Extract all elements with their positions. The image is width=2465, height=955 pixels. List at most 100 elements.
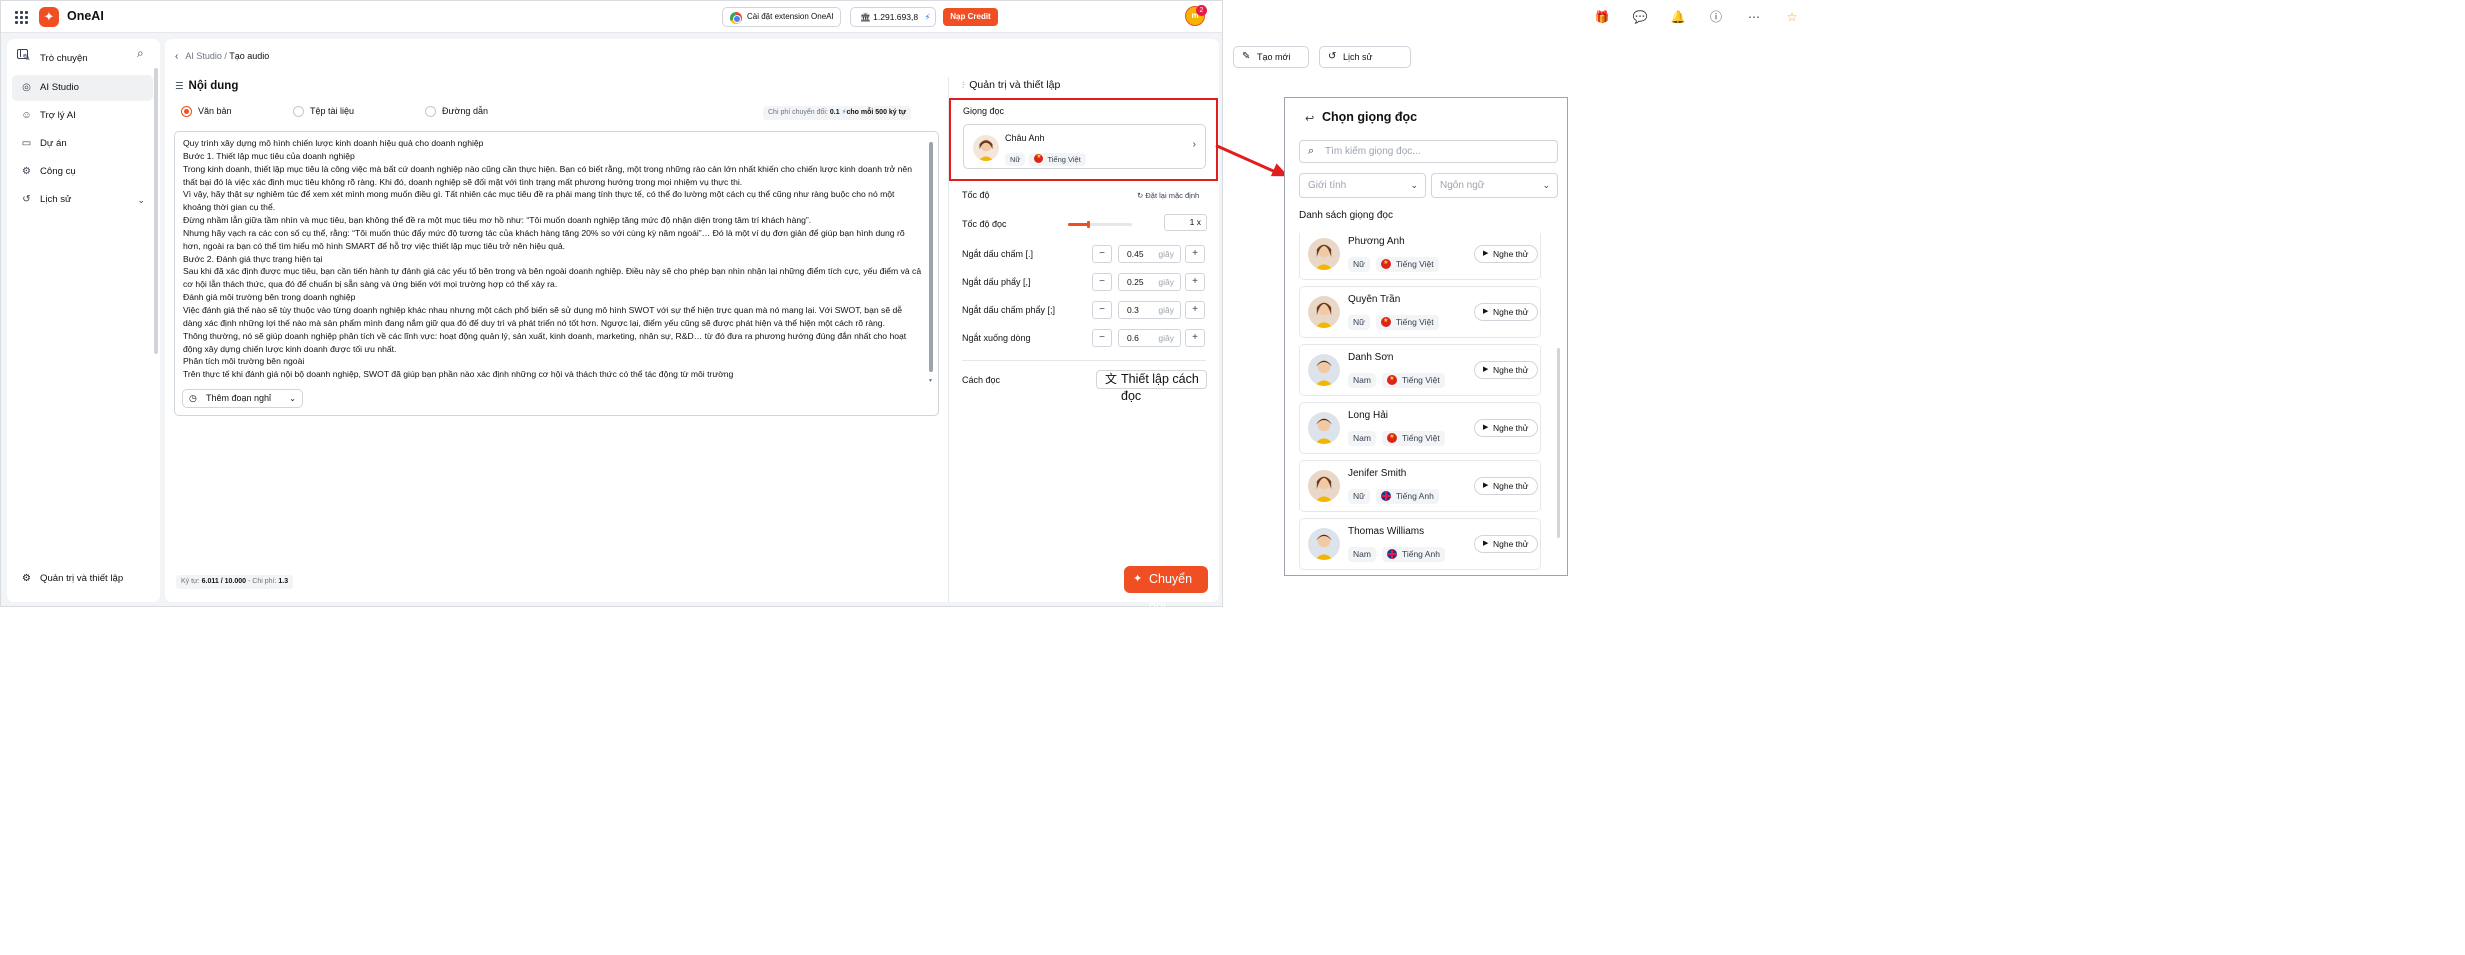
sidebar-item-chat[interactable]: ✎ Trò chuyện (12, 46, 153, 72)
daily-reward-icon[interactable]: ☆ (1784, 9, 1800, 25)
gender-tag: Nữ (1005, 153, 1026, 166)
voice-list-item[interactable]: Thomas Williams Nam Tiếng Anh ▶ Nghe thử (1299, 518, 1541, 570)
content-line: Đánh giá môi trường bên trong doanh nghi… (183, 292, 356, 303)
source-option-file[interactable]: Tệp tài liệu (293, 106, 354, 117)
scroll-down-icon[interactable]: ▼ (928, 378, 933, 384)
pause-newline-input[interactable]: 0.6 giây (1118, 329, 1181, 347)
topup-credit-button[interactable]: Nạp Credit (943, 8, 998, 26)
pause-semicolon-input[interactable]: 0.3 giây (1118, 301, 1181, 319)
increase-button[interactable]: + (1185, 329, 1205, 347)
voice-list-title: Danh sách giọng đọc (1299, 210, 1393, 221)
preview-voice-button[interactable]: ▶ Nghe thử (1474, 245, 1538, 263)
voice-list-item[interactable]: Quyên Trần Nữ Tiếng Việt ▶ Nghe thử (1299, 286, 1541, 338)
preview-voice-button[interactable]: ▶ Nghe thử (1474, 361, 1538, 379)
decrease-button[interactable]: − (1092, 245, 1112, 263)
decrease-button[interactable]: − (1092, 273, 1112, 291)
voice-search-input[interactable]: ⌕ Tìm kiếm giọng đọc... (1299, 140, 1558, 163)
chat-more-icon[interactable]: ⋯ (1746, 9, 1762, 25)
voice-list-scrollbar[interactable] (1557, 348, 1560, 538)
pause-period-stepper: − 0.45 giây + (1092, 245, 1207, 263)
reading-style-button[interactable]: 文 Thiết lập cách đọc (1096, 370, 1207, 403)
language-select[interactable]: Ngôn ngữ ⌄ (1431, 173, 1558, 198)
sidebar-item-assistant[interactable]: ☺ Trợ lý AI (12, 103, 153, 129)
top-bar: ✦ OneAI Cài đặt extension OneAI 🏛 1.291.… (1, 1, 1797, 33)
language-tag-label: Tiếng Anh (1401, 549, 1440, 559)
content-title-text: Nội dung (188, 80, 239, 92)
decrease-button[interactable]: − (1092, 301, 1112, 319)
preview-voice-label: Nghe thử (1493, 481, 1529, 491)
chevron-right-icon: › (1192, 139, 1196, 150)
source-option-url[interactable]: Đường dẫn (425, 106, 488, 117)
sidebar-item-history[interactable]: ↺ Lịch sử ⌄ (12, 187, 153, 213)
reset-default-button[interactable]: ↻ Đặt lại mặc định (1137, 191, 1199, 200)
breadcrumb-parent[interactable]: AI Studio (185, 51, 222, 61)
content-textarea[interactable]: Quy trình xây dựng mô hình chiến lược ki… (174, 131, 939, 416)
gender-select-placeholder: Giới tính (1308, 180, 1347, 191)
speed-slider[interactable] (1068, 221, 1132, 228)
language-tag: Tiếng Việt (1375, 256, 1439, 272)
character-count: Ký tự: 6.011 / 10.000 - Chi phí: 1.3 (176, 575, 294, 589)
play-icon: ▶ (1483, 366, 1489, 373)
history-icon: ↺ (1328, 51, 1337, 62)
history-button[interactable]: ↺ Lịch sử (1319, 46, 1411, 68)
speed-slider-fill (1068, 223, 1090, 226)
sidebar-item-ai-studio[interactable]: ◎ AI Studio (12, 75, 153, 101)
voice-list-item[interactable]: Danh Sơn Nam Tiếng Việt ▶ Nghe thử (1299, 344, 1541, 396)
increase-button[interactable]: + (1185, 301, 1205, 319)
add-pause-button[interactable]: ◷ Thêm đoạn nghỉ ⌄ (182, 389, 303, 408)
install-extension-button[interactable]: Cài đặt extension OneAI (722, 7, 841, 27)
decrease-button[interactable]: − (1092, 329, 1112, 347)
preview-voice-label: Nghe thử (1493, 539, 1529, 549)
messenger-icon[interactable]: 💬 (1632, 9, 1648, 25)
language-tag-label: Tiếng Anh (1395, 491, 1434, 501)
voice-list-item[interactable]: Phương Anh Nữ Tiếng Việt ▶ Nghe thử (1299, 233, 1541, 280)
gift-icon[interactable]: 🎁 (1594, 9, 1610, 25)
sidebar-scrollbar[interactable] (154, 68, 158, 354)
help-icon[interactable]: ⓘ (1708, 9, 1724, 25)
increase-button[interactable]: + (1185, 273, 1205, 291)
back-arrow-icon[interactable]: ‹ (175, 51, 178, 62)
voice-name: Long Hải (1348, 410, 1389, 421)
preview-voice-button[interactable]: ▶ Nghe thử (1474, 535, 1538, 553)
convert-button[interactable]: ✦ Chuyển đổi (1124, 566, 1208, 613)
play-icon: ▶ (1483, 250, 1489, 257)
pause-comma-label: Ngắt dấu phẩy [,] (962, 277, 1031, 287)
tools-icon: ⚙ (22, 166, 31, 177)
preview-voice-button[interactable]: ▶ Nghe thử (1474, 303, 1538, 321)
sidebar-item-admin-settings[interactable]: ⚙ Quản trị và thiết lập (12, 566, 153, 592)
preview-voice-label: Nghe thử (1493, 249, 1529, 259)
increase-button[interactable]: + (1185, 245, 1205, 263)
new-edit-icon: ✎ (1242, 51, 1251, 62)
apps-grid-icon[interactable] (15, 11, 28, 24)
speed-slider-thumb[interactable] (1087, 221, 1091, 228)
sparkle-icon: ✦ (1133, 573, 1143, 585)
bell-icon[interactable]: 🔔 (1670, 9, 1686, 25)
language-tag-label: Tiếng Việt (1047, 155, 1081, 164)
back-arrow-icon[interactable]: ↩ (1305, 112, 1314, 125)
preview-voice-label: Nghe thử (1493, 423, 1529, 433)
voice-avatar (1308, 296, 1340, 328)
credit-balance-button[interactable]: 🏛 1.291.693,8 ⚡ (850, 7, 936, 27)
preview-voice-button[interactable]: ▶ Nghe thử (1474, 419, 1538, 437)
gender-select[interactable]: Giới tính ⌄ (1299, 173, 1426, 198)
chevron-down-icon: ⌄ (289, 394, 296, 403)
preview-voice-button[interactable]: ▶ Nghe thử (1474, 477, 1538, 495)
source-option-text[interactable]: Văn bản (181, 106, 232, 117)
sidebar-item-label: Dự án (40, 138, 67, 149)
speed-value-input[interactable]: 1 x (1164, 214, 1207, 231)
sidebar-item-projects[interactable]: ▭ Dự án (12, 131, 153, 157)
content-line: Thông thường, nó sẽ giúp doanh nghiệp ph… (183, 330, 907, 354)
pause-semicolon-stepper: − 0.3 giây + (1092, 301, 1207, 319)
pause-comma-input[interactable]: 0.25 giây (1118, 273, 1181, 291)
voice-list-item[interactable]: Jenifer Smith Nữ Tiếng Anh ▶ Nghe thử (1299, 460, 1541, 512)
textarea-scrollbar[interactable] (929, 142, 933, 372)
new-button[interactable]: ✎ Tạo mới (1233, 46, 1309, 68)
sidebar-item-tools[interactable]: ⚙ Công cụ (12, 159, 153, 185)
selected-voice-card[interactable]: Châu Anh Nữ Tiếng Việt › (963, 124, 1206, 169)
language-tag-label: Tiếng Việt (1401, 433, 1440, 443)
pause-period-input[interactable]: 0.45 giây (1118, 245, 1181, 263)
voice-list-item[interactable]: Long Hải Nam Tiếng Việt ▶ Nghe thử (1299, 402, 1541, 454)
content-line: Trong kinh doanh, thiết lập mục tiêu là … (183, 163, 912, 187)
count-cost-value: 1.3 (278, 578, 289, 585)
content-text[interactable]: Quy trình xây dựng mô hình chiến lược ki… (183, 137, 923, 381)
